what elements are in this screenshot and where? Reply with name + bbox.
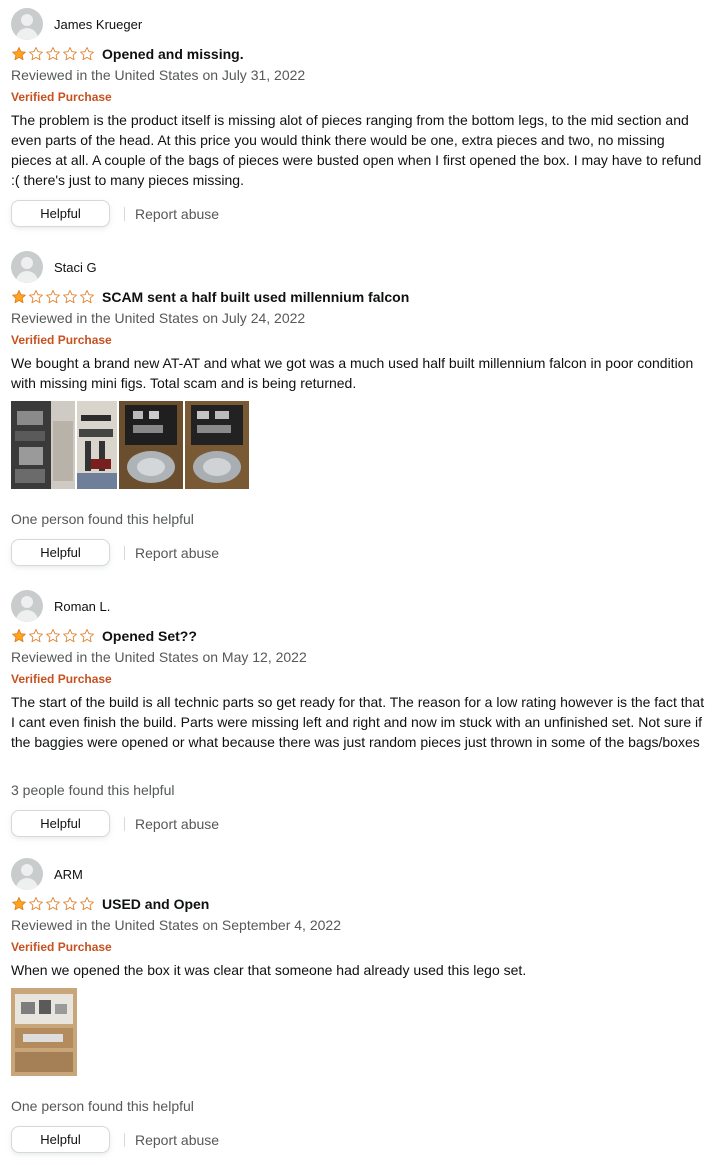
star-empty-icon <box>62 289 78 305</box>
review-image-thumbnail[interactable] <box>185 401 249 489</box>
star-empty-icon <box>28 628 44 644</box>
profile-name[interactable]: Roman L. <box>54 599 110 614</box>
review-body: When we opened the box it was clear that… <box>11 962 527 978</box>
verified-purchase-badge[interactable]: Verified Purchase <box>11 333 112 347</box>
report-abuse-link[interactable]: Report abuse <box>135 816 219 832</box>
review-body: The problem is the product itself is mis… <box>11 112 702 188</box>
star-rating[interactable] <box>11 896 96 912</box>
profile[interactable]: Staci G <box>11 251 97 283</box>
review-title[interactable]: SCAM sent a half built used millennium f… <box>102 289 409 305</box>
review-date: Reviewed in the United States on July 24… <box>11 310 306 326</box>
helpful-button[interactable]: Helpful <box>11 810 110 837</box>
star-empty-icon <box>45 896 61 912</box>
profile-name[interactable]: ARM <box>54 867 83 882</box>
review-image-gallery <box>11 988 79 1076</box>
profile-name[interactable]: James Krueger <box>54 17 142 32</box>
review-title-row: SCAM sent a half built used millennium f… <box>11 289 409 305</box>
star-empty-icon <box>79 628 95 644</box>
verified-purchase-badge[interactable]: Verified Purchase <box>11 672 112 686</box>
helpful-count: One person found this helpful <box>11 1098 194 1114</box>
review-image-gallery <box>11 401 251 489</box>
star-empty-icon <box>62 46 78 62</box>
review-image-thumbnail[interactable] <box>11 401 75 489</box>
star-empty-icon <box>45 46 61 62</box>
divider <box>124 816 125 831</box>
review-date: Reviewed in the United States on July 31… <box>11 67 306 83</box>
review-title[interactable]: Opened and missing. <box>102 46 244 62</box>
avatar-icon <box>11 251 43 283</box>
review-actions: Helpful Report abuse <box>11 199 219 228</box>
star-rating[interactable] <box>11 46 96 62</box>
review-actions: Helpful Report abuse <box>11 809 219 838</box>
star-empty-icon <box>45 628 61 644</box>
review-title-row: USED and Open <box>11 896 209 912</box>
avatar-icon <box>11 590 43 622</box>
star-empty-icon <box>79 289 95 305</box>
helpful-button[interactable]: Helpful <box>11 539 110 566</box>
star-full-icon <box>11 896 27 912</box>
review-image-thumbnail[interactable] <box>77 401 117 489</box>
star-full-icon <box>11 289 27 305</box>
review-title[interactable]: USED and Open <box>102 896 209 912</box>
review-date: Reviewed in the United States on May 12,… <box>11 649 307 665</box>
report-abuse-link[interactable]: Report abuse <box>135 1132 219 1148</box>
review-image-thumbnail[interactable] <box>11 988 77 1076</box>
review-actions: Helpful Report abuse <box>11 538 219 567</box>
verified-purchase-badge[interactable]: Verified Purchase <box>11 90 112 104</box>
avatar-icon <box>11 858 43 890</box>
review-title-row: Opened and missing. <box>11 46 244 62</box>
divider <box>124 545 125 560</box>
review-title[interactable]: Opened Set?? <box>102 628 197 644</box>
star-empty-icon <box>62 628 78 644</box>
report-abuse-link[interactable]: Report abuse <box>135 545 219 561</box>
star-empty-icon <box>62 896 78 912</box>
review-body: We bought a brand new AT-AT and what we … <box>11 355 694 391</box>
review-actions: Helpful Report abuse <box>11 1125 219 1154</box>
star-empty-icon <box>28 289 44 305</box>
verified-purchase-badge[interactable]: Verified Purchase <box>11 940 112 954</box>
review-date: Reviewed in the United States on Septemb… <box>11 917 341 933</box>
helpful-button[interactable]: Helpful <box>11 200 110 227</box>
star-empty-icon <box>79 896 95 912</box>
helpful-count: One person found this helpful <box>11 511 194 527</box>
star-full-icon <box>11 46 27 62</box>
star-rating[interactable] <box>11 628 96 644</box>
helpful-button[interactable]: Helpful <box>11 1126 110 1153</box>
avatar-icon <box>11 8 43 40</box>
star-empty-icon <box>79 46 95 62</box>
star-full-icon <box>11 628 27 644</box>
star-rating[interactable] <box>11 289 96 305</box>
profile[interactable]: Roman L. <box>11 590 110 622</box>
star-empty-icon <box>28 896 44 912</box>
profile-name[interactable]: Staci G <box>54 260 97 275</box>
profile[interactable]: James Krueger <box>11 8 142 40</box>
review-title-row: Opened Set?? <box>11 628 197 644</box>
review-body: The start of the build is all technic pa… <box>11 694 705 750</box>
review-image-thumbnail[interactable] <box>119 401 183 489</box>
star-empty-icon <box>45 289 61 305</box>
star-empty-icon <box>28 46 44 62</box>
report-abuse-link[interactable]: Report abuse <box>135 206 219 222</box>
divider <box>124 206 125 221</box>
profile[interactable]: ARM <box>11 858 83 890</box>
helpful-count: 3 people found this helpful <box>11 782 175 798</box>
divider <box>124 1132 125 1147</box>
